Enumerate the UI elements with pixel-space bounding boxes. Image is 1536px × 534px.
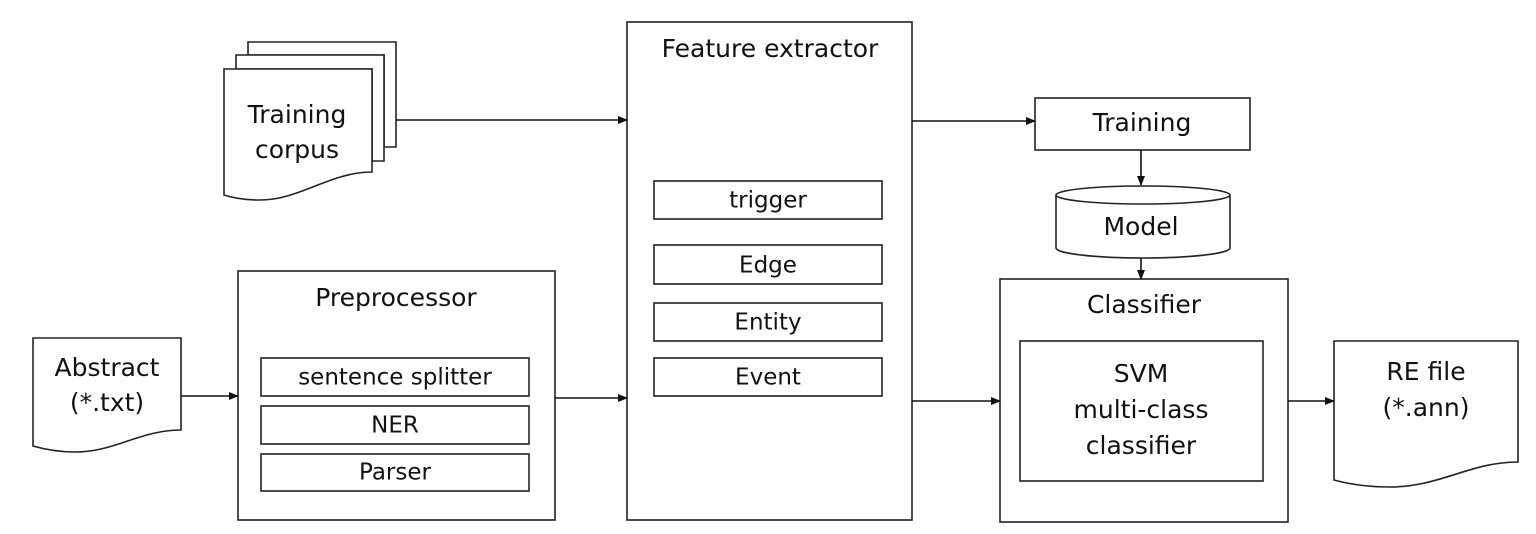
training-corpus-node: Training corpus: [223, 41, 397, 201]
model-label: Model: [1103, 212, 1178, 241]
abstract-node: Abstract (*.txt): [32, 337, 182, 453]
abstract-label-2: (*.txt): [70, 388, 144, 417]
pipeline-diagram: Training corpus Abstract (*.txt) Preproc…: [32, 21, 1519, 523]
entity-label: Entity: [734, 310, 801, 336]
svm-label-2: multi-class: [1074, 395, 1209, 424]
training-box: Training: [1034, 97, 1251, 151]
classifier-box: Classifier SVM multi-class classifier: [999, 278, 1289, 523]
feature-extractor-title: Feature extractor: [662, 34, 879, 63]
svm-label-1: SVM: [1114, 359, 1169, 388]
preprocessor-box: Preprocessor sentence splitter NER Parse…: [237, 270, 556, 521]
feature-extractor-box: Feature extractor trigger Edge Entity Ev…: [626, 21, 913, 521]
training-label: Training: [1092, 108, 1192, 137]
preprocessor-title: Preprocessor: [315, 283, 477, 312]
training-corpus-label-2: corpus: [255, 135, 339, 164]
re-file-label-1: RE file: [1386, 357, 1465, 386]
trigger-label: trigger: [729, 188, 807, 214]
svm-label-3: classifier: [1086, 431, 1197, 460]
re-file-node: RE file (*.ann): [1333, 340, 1519, 488]
abstract-label-1: Abstract: [55, 353, 160, 382]
parser-label: Parser: [359, 460, 432, 486]
model-cylinder: Model: [1055, 185, 1231, 259]
ner-label: NER: [371, 413, 419, 439]
edge-label: Edge: [739, 253, 797, 279]
classifier-title: Classifier: [1087, 290, 1202, 319]
sentence-splitter-label: sentence splitter: [298, 365, 492, 391]
event-label: Event: [735, 365, 801, 391]
training-corpus-label-1: Training: [247, 100, 347, 129]
re-file-label-2: (*.ann): [1383, 393, 1470, 422]
